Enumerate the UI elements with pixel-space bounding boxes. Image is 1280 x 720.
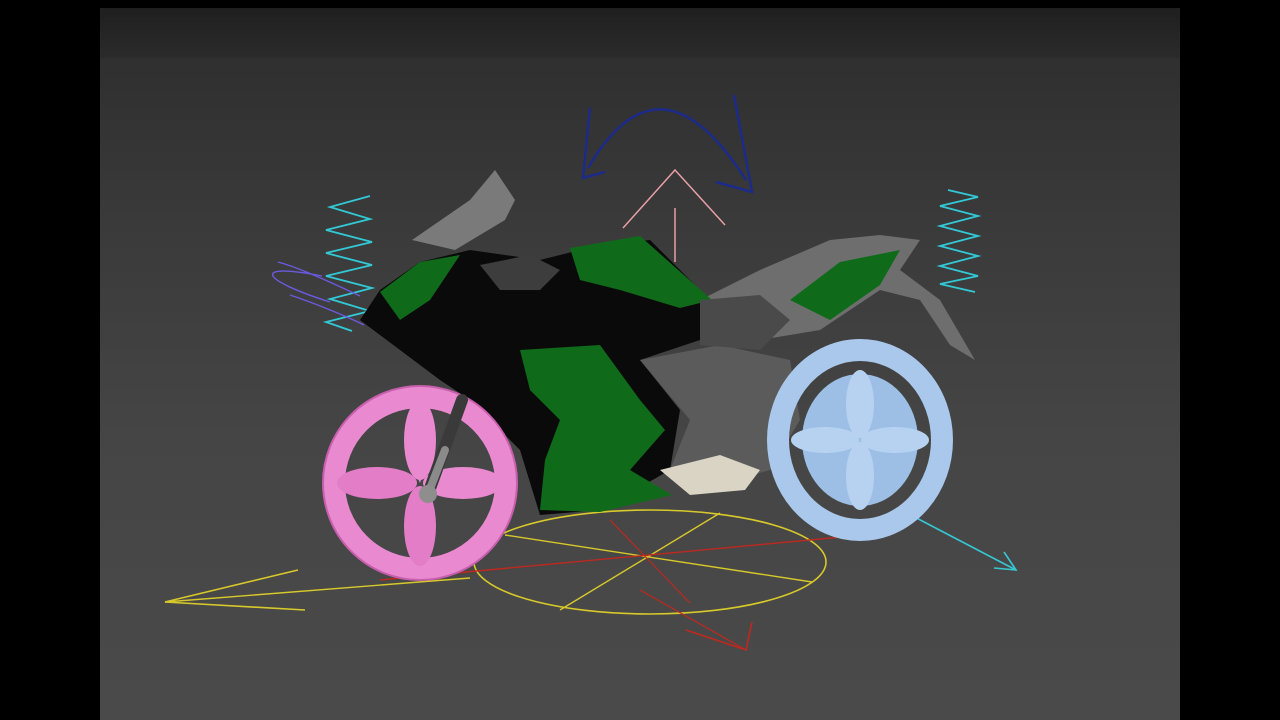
ground-control-circle[interactable] <box>473 509 827 615</box>
cyan-axis-arrow[interactable] <box>904 511 1018 571</box>
rear-wheel[interactable] <box>767 339 953 541</box>
scene-canvas[interactable] <box>100 8 1180 720</box>
rear-suspension-spring[interactable] <box>936 189 982 293</box>
front-wheel[interactable] <box>322 385 518 581</box>
3d-viewport[interactable] <box>100 8 1180 720</box>
